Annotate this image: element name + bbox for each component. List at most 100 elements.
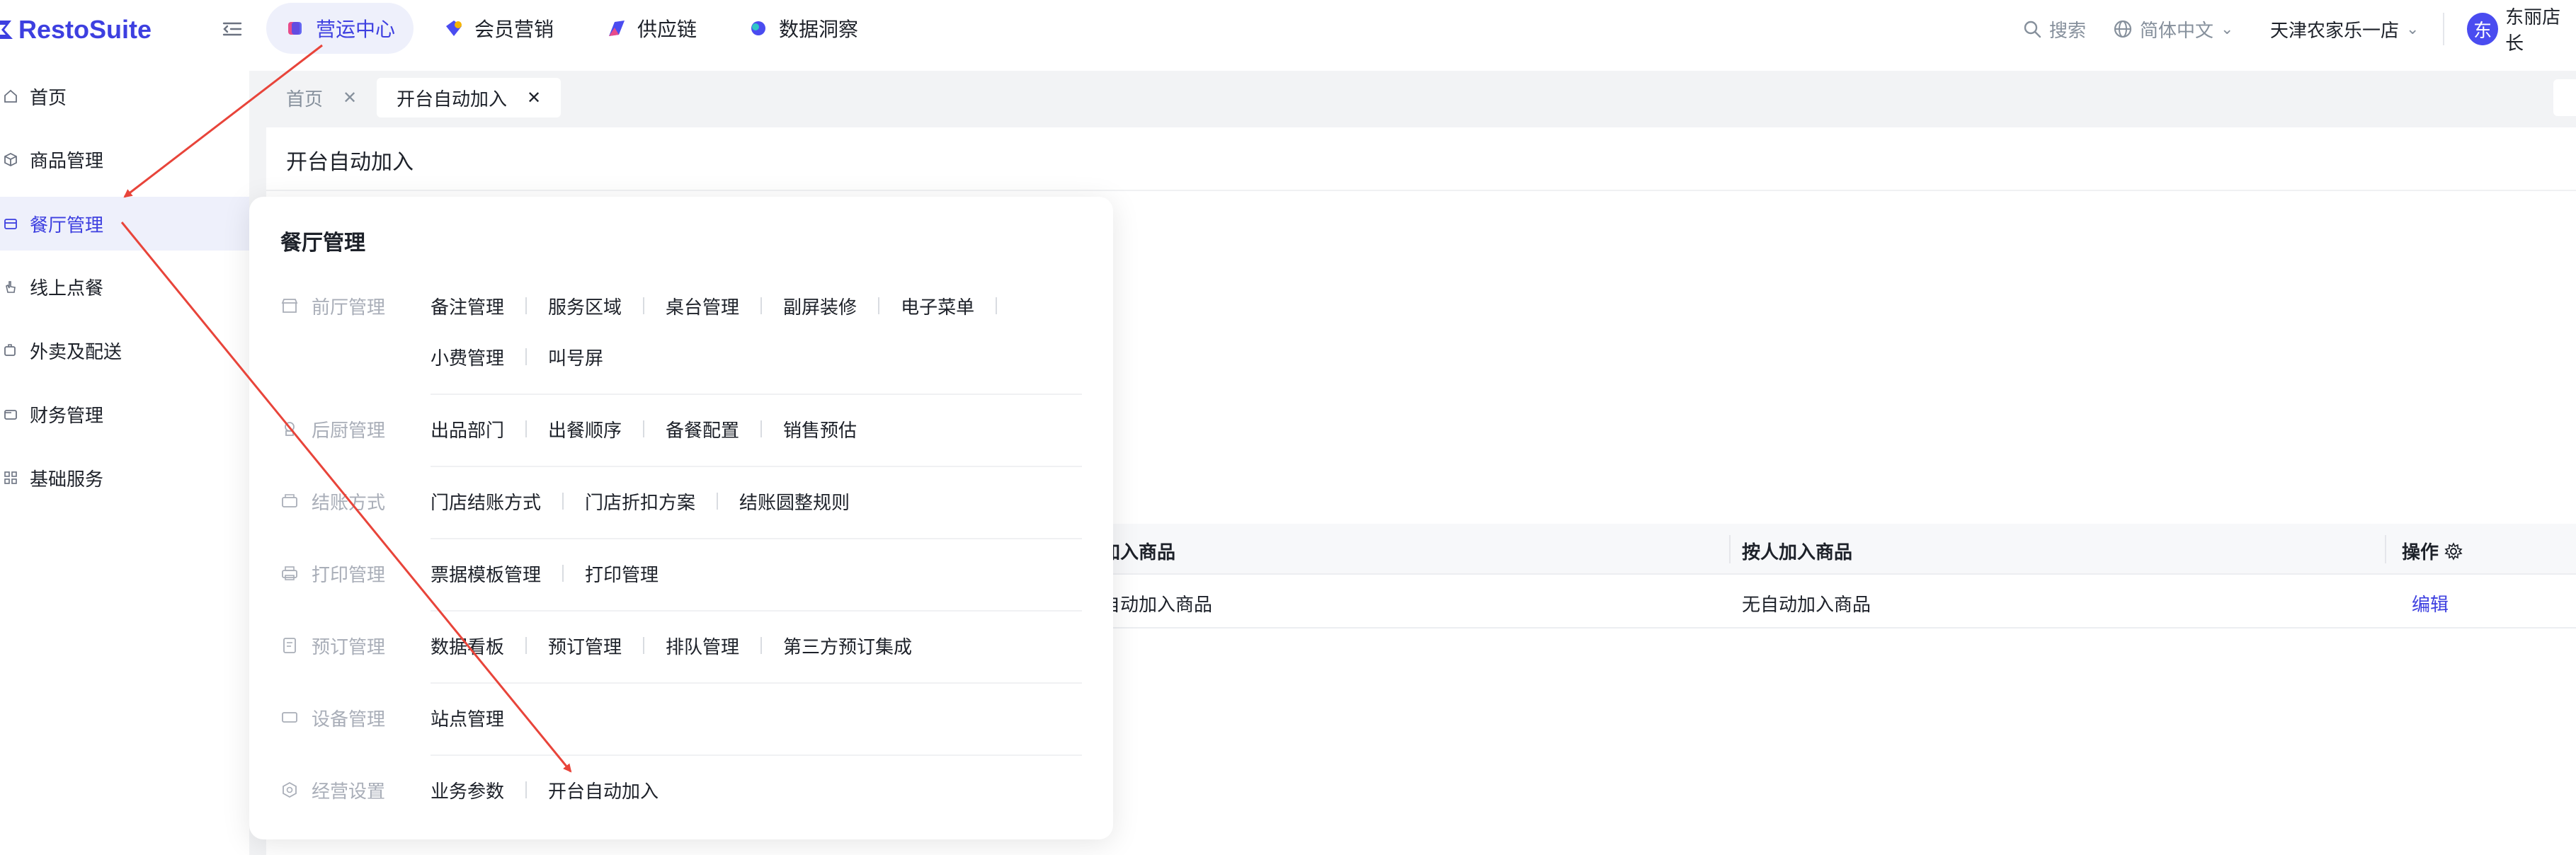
sidebar-item-home[interactable]: 首页 — [0, 69, 249, 123]
menu-link[interactable]: 业务参数 — [431, 777, 504, 803]
topnav-data-insight[interactable]: 数据洞察 — [729, 3, 877, 54]
topnav-supply-chain[interactable]: 供应链 — [588, 3, 715, 54]
box-icon — [4, 152, 17, 167]
printer-icon — [282, 566, 297, 580]
sidebar-item-label: 基础服务 — [30, 469, 104, 490]
divider — [431, 610, 1082, 612]
menu-row: 备注管理 服务区域 桌台管理 副屏装修 电子菜单 — [431, 293, 1018, 319]
group-label-checkout: 结账方式 — [280, 488, 385, 514]
menu-link-auto-add[interactable]: 开台自动加入 — [548, 777, 659, 803]
group-label-text: 打印管理 — [312, 564, 386, 586]
topnav-data-insight-label: 数据洞察 — [779, 18, 859, 41]
sidebar-item-products[interactable]: 商品管理 — [0, 132, 249, 186]
menu-link[interactable]: 销售预估 — [783, 416, 857, 442]
group-label-text: 经营设置 — [312, 781, 386, 803]
user-menu[interactable]: 东 东丽店长 — [2467, 7, 2576, 54]
tab-auto-add[interactable]: 开台自动加入 ✕ — [377, 78, 562, 117]
menu-link[interactable]: 第三方预订集成 — [783, 633, 912, 659]
tab-home[interactable]: 首页 ✕ — [266, 78, 377, 117]
operations-icon — [288, 22, 302, 35]
menu-link[interactable]: 排队管理 — [666, 633, 739, 659]
sidebar-item-label: 外卖及配送 — [30, 341, 122, 363]
divider — [266, 190, 2576, 191]
collapse-menu-icon[interactable] — [221, 17, 245, 41]
tab-more-button[interactable] — [2553, 79, 2576, 116]
menu-link[interactable]: 备注管理 — [431, 293, 504, 319]
column-header-actions-label: 操作 — [2402, 542, 2439, 563]
restaurant-management-menu: 餐厅管理 前厅管理 备注管理 服务区域 桌台管理 副屏装修 电子菜单 小费管理 … — [249, 197, 1113, 839]
sidebar-item-label: 财务管理 — [30, 405, 104, 427]
table-cell: 自动加入商品 — [1102, 595, 1213, 616]
close-icon[interactable]: ✕ — [527, 88, 541, 108]
sidebar-item-restaurant[interactable]: 餐厅管理 — [0, 197, 249, 251]
menu-link[interactable]: 电子菜单 — [901, 293, 974, 319]
language-select[interactable]: 简体中文 ⌄ — [2113, 13, 2233, 45]
menu-link[interactable]: 数据看板 — [431, 633, 504, 659]
chevron-down-icon: ⌄ — [2406, 20, 2420, 38]
menu-link[interactable]: 副屏装修 — [783, 293, 857, 319]
group-label-print: 打印管理 — [280, 561, 385, 586]
brand-logo[interactable]: RestoSuite — [0, 8, 152, 51]
store-icon — [281, 299, 298, 313]
checkout-icon — [282, 494, 297, 507]
menu-link[interactable]: 出品部门 — [431, 416, 504, 442]
divider — [643, 297, 645, 314]
store-select[interactable]: 天津农家乐一店 ⌄ — [2270, 13, 2419, 45]
column-header-actions: 操作 — [2402, 538, 2463, 564]
menu-row: 业务参数 开台自动加入 — [431, 777, 659, 803]
menu-title: 餐厅管理 — [280, 231, 365, 256]
divider — [562, 493, 564, 510]
menu-link[interactable]: 打印管理 — [585, 561, 659, 587]
menu-link[interactable]: 结账圆整规则 — [739, 488, 850, 515]
menu-link[interactable]: 门店结账方式 — [431, 488, 541, 515]
divider — [431, 466, 1082, 467]
page-title: 开台自动加入 — [286, 150, 414, 175]
table-cell: 无自动加入商品 — [1742, 595, 1871, 616]
divider — [525, 781, 528, 798]
menu-link[interactable]: 小费管理 — [431, 344, 504, 370]
topnav-supply-chain-label: 供应链 — [637, 18, 697, 41]
sidebar-item-finance[interactable]: 财务管理 — [0, 387, 249, 441]
group-label-text: 后厨管理 — [312, 420, 386, 442]
menu-link[interactable]: 服务区域 — [548, 293, 622, 319]
sidebar: 首页 商品管理 餐厅管理 线上点餐 外卖及配送 财务管理 基础服务 — [0, 71, 249, 855]
search-button[interactable]: 搜索 — [2022, 13, 2086, 45]
close-icon[interactable]: ✕ — [343, 88, 357, 108]
menu-link[interactable]: 门店折扣方案 — [585, 488, 695, 515]
topnav-member[interactable]: 会员营销 — [425, 3, 572, 54]
menu-link[interactable]: 出餐顺序 — [548, 416, 622, 442]
menu-link[interactable]: 票据模板管理 — [431, 561, 541, 587]
reservation-icon — [283, 638, 296, 653]
group-label-front: 前厅管理 — [280, 293, 385, 319]
divider — [525, 348, 528, 365]
sidebar-item-delivery[interactable]: 外卖及配送 — [0, 323, 249, 377]
chef-icon — [285, 422, 295, 436]
avatar: 东 — [2467, 13, 2499, 45]
home-icon — [4, 89, 17, 103]
menu-link[interactable]: 站点管理 — [431, 705, 504, 731]
store-label: 天津农家乐一店 — [2270, 20, 2400, 42]
menu-row: 站点管理 — [431, 705, 504, 730]
menu-link[interactable]: 备餐配置 — [666, 416, 739, 442]
edit-link[interactable]: 编辑 — [2412, 590, 2449, 616]
menu-link[interactable]: 桌台管理 — [666, 293, 739, 319]
restaurant-icon — [4, 219, 17, 229]
search-label: 搜索 — [2049, 20, 2087, 42]
divider — [760, 420, 763, 437]
divider — [525, 297, 528, 314]
sidebar-item-basic-service[interactable]: 基础服务 — [0, 451, 249, 505]
topnav-operations[interactable]: 营运中心 — [266, 3, 414, 54]
divider — [431, 394, 1082, 395]
divider — [996, 297, 998, 314]
gear-icon[interactable] — [2444, 541, 2463, 561]
group-label-text: 预订管理 — [312, 636, 386, 658]
menu-link[interactable]: 预订管理 — [548, 633, 622, 659]
group-label-kitchen: 后厨管理 — [280, 416, 385, 442]
menu-link[interactable]: 叫号屏 — [548, 344, 603, 370]
search-icon — [2024, 21, 2041, 38]
sidebar-item-online-order[interactable]: 线上点餐 — [0, 260, 249, 314]
wallet-icon — [4, 410, 17, 420]
settings-icon — [283, 781, 297, 798]
divider — [525, 420, 528, 437]
group-label-text: 设备管理 — [312, 708, 386, 730]
